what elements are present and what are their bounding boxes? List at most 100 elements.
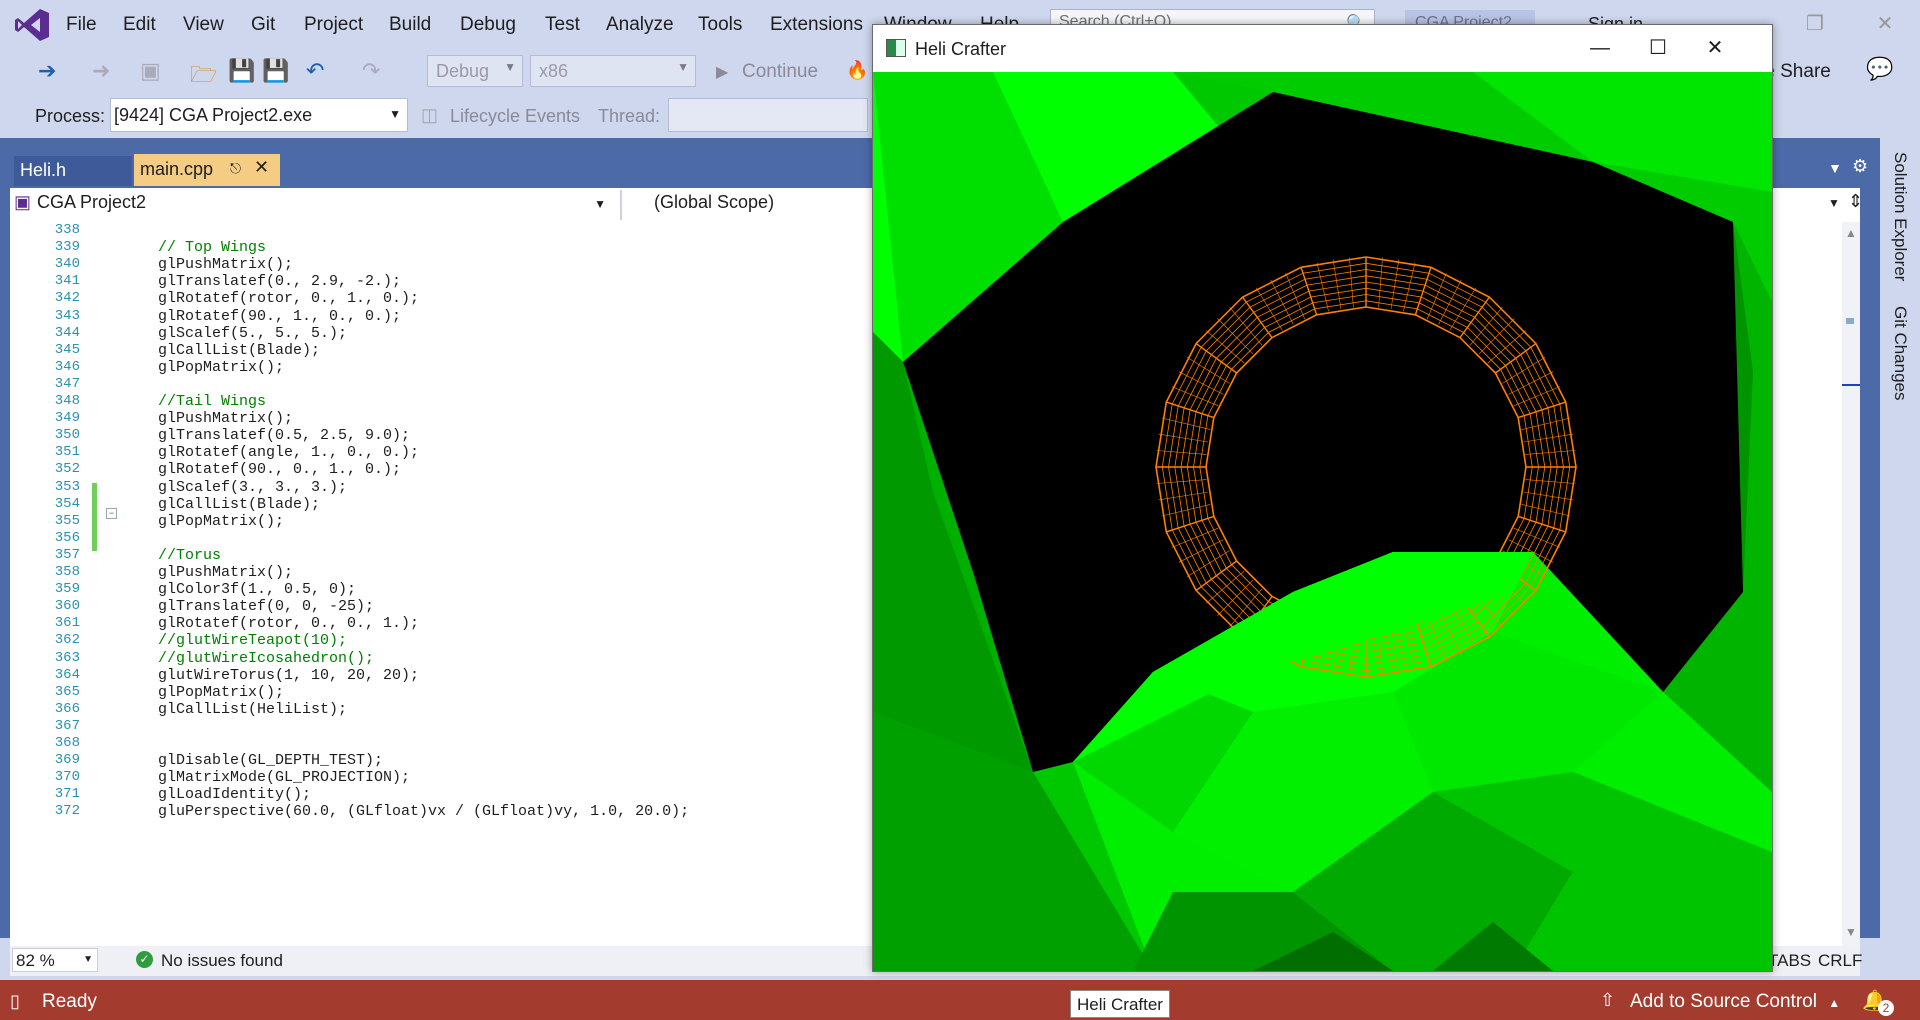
code-line[interactable]: glCallList(HeliList); bbox=[158, 701, 347, 718]
code-line[interactable]: glutWireTorus(1, 10, 20, 20); bbox=[158, 667, 419, 684]
navigate-forward-icon[interactable]: ➜ bbox=[92, 58, 110, 84]
line-ending-indicator[interactable]: CRLF bbox=[1818, 951, 1862, 971]
scroll-up-icon[interactable]: ▲ bbox=[1845, 226, 1857, 240]
split-editor-icon[interactable]: ⇕ bbox=[1848, 191, 1863, 212]
change-tracking-bar bbox=[92, 483, 97, 551]
line-number: 350 bbox=[54, 427, 80, 444]
redo-icon[interactable]: ↷ bbox=[362, 58, 380, 84]
code-line[interactable]: //Tail Wings bbox=[158, 393, 266, 410]
code-line[interactable]: glColor3f(1., 0.5, 0); bbox=[158, 581, 356, 598]
restore-icon[interactable]: ❐ bbox=[1795, 6, 1835, 42]
code-line[interactable]: glTranslatef(0.5, 2.5, 9.0); bbox=[158, 427, 410, 444]
chevron-down-icon[interactable]: ▼ bbox=[1828, 196, 1840, 210]
line-number: 345 bbox=[54, 341, 80, 358]
tab-main-cpp[interactable]: main.cpp ⎋ ✕ bbox=[134, 154, 280, 186]
menu-file[interactable]: File bbox=[66, 14, 97, 36]
zoom-value: 82 % bbox=[16, 951, 55, 970]
close-icon[interactable]: ✕ bbox=[1687, 31, 1743, 65]
code-line[interactable]: glRotatef(rotor, 0., 0., 1.); bbox=[158, 615, 419, 632]
code-line[interactable]: glPushMatrix(); bbox=[158, 564, 293, 581]
vertical-scrollbar[interactable]: ▲ ▼ bbox=[1842, 222, 1860, 946]
code-line[interactable]: //glutWireIcosahedron(); bbox=[158, 650, 374, 667]
menu-project[interactable]: Project bbox=[304, 14, 363, 36]
feedback-icon[interactable]: 💬 bbox=[1866, 56, 1893, 82]
maximize-icon[interactable]: ☐ bbox=[1630, 31, 1686, 65]
heli-crafter-window[interactable]: Heli Crafter — ☐ ✕ bbox=[872, 24, 1773, 972]
lifecycle-events-button[interactable]: Lifecycle Events bbox=[450, 106, 580, 127]
solution-config-combo[interactable]: Debug ▼ bbox=[427, 55, 523, 87]
code-line[interactable]: gluPerspective(60.0, (GLfloat)vx / (GLfl… bbox=[158, 803, 689, 820]
scope-dropdown[interactable]: (Global Scope) bbox=[624, 192, 904, 219]
menu-edit[interactable]: Edit bbox=[123, 14, 156, 36]
hot-reload-icon[interactable]: 🔥 bbox=[846, 60, 868, 81]
code-line[interactable]: glPushMatrix(); bbox=[158, 256, 293, 273]
code-line[interactable]: //Torus bbox=[158, 547, 221, 564]
code-line[interactable]: // Top Wings bbox=[158, 239, 266, 256]
code-line[interactable]: glMatrixMode(GL_PROJECTION); bbox=[158, 769, 410, 786]
code-line[interactable]: glScalef(3., 3., 3.); bbox=[158, 479, 347, 496]
new-project-icon[interactable]: ▣ bbox=[140, 58, 161, 84]
code-line[interactable]: glPopMatrix(); bbox=[158, 359, 284, 376]
code-line[interactable]: glPopMatrix(); bbox=[158, 513, 284, 530]
code-line[interactable]: glPushMatrix(); bbox=[158, 410, 293, 427]
navigate-back-icon[interactable]: ➔ bbox=[38, 58, 56, 84]
menu-analyze[interactable]: Analyze bbox=[606, 14, 674, 36]
code-line[interactable]: glRotatef(90., 0., 1., 0.); bbox=[158, 461, 401, 478]
open-file-icon[interactable]: 🗁 bbox=[190, 58, 217, 96]
code-line[interactable]: glLoadIdentity(); bbox=[158, 786, 311, 803]
menu-build[interactable]: Build bbox=[389, 14, 431, 36]
code-line[interactable]: glCallList(Blade); bbox=[158, 496, 320, 513]
status-ready-icon: ▯ bbox=[10, 991, 20, 1011]
line-number: 369 bbox=[54, 752, 80, 769]
menu-test[interactable]: Test bbox=[545, 14, 580, 36]
pin-icon[interactable]: ⎋ bbox=[230, 160, 241, 177]
chevron-down-icon: ▼ bbox=[594, 197, 606, 211]
line-number: 342 bbox=[54, 290, 80, 307]
close-tab-icon[interactable]: ✕ bbox=[254, 157, 269, 178]
code-line[interactable]: glPopMatrix(); bbox=[158, 684, 284, 701]
issues-indicator[interactable]: No issues found bbox=[161, 951, 283, 971]
menu-tools[interactable]: Tools bbox=[698, 14, 742, 36]
process-label: Process: bbox=[35, 106, 106, 126]
platform-combo[interactable]: x86 ▼ bbox=[530, 55, 696, 87]
menu-debug[interactable]: Debug bbox=[460, 14, 516, 36]
process-combo[interactable]: [9424] CGA Project2.exe ▼ bbox=[110, 98, 408, 132]
save-all-icon[interactable]: 💾 bbox=[262, 58, 289, 84]
menu-view[interactable]: View bbox=[183, 14, 224, 36]
scroll-down-icon[interactable]: ▼ bbox=[1845, 925, 1857, 939]
caret-position-marker bbox=[1842, 384, 1860, 386]
code-line[interactable]: glTranslatef(0., 2.9, -2.); bbox=[158, 273, 401, 290]
add-to-source-control-button[interactable]: Add to Source Control ▲ bbox=[1630, 991, 1840, 1013]
code-line[interactable]: glCallList(Blade); bbox=[158, 342, 320, 359]
indentation-indicator[interactable]: TABS bbox=[1768, 951, 1811, 971]
thread-combo[interactable] bbox=[668, 98, 868, 132]
menu-git[interactable]: Git bbox=[251, 14, 275, 36]
settings-gear-icon[interactable]: ⚙ bbox=[1852, 156, 1868, 177]
git-changes-tab[interactable]: Git Changes bbox=[1890, 306, 1910, 401]
project-dropdown[interactable]: ▣ CGA Project2 ▼ bbox=[14, 192, 614, 219]
thread-label: Thread: bbox=[598, 106, 661, 126]
code-line[interactable]: glRotatef(90., 1., 0., 0.); bbox=[158, 308, 401, 325]
undo-icon[interactable]: ↶ bbox=[306, 58, 324, 84]
collapse-outline-icon[interactable]: − bbox=[106, 508, 117, 519]
line-number: 363 bbox=[54, 649, 80, 666]
close-icon[interactable]: ✕ bbox=[1865, 6, 1905, 42]
code-line[interactable]: glRotatef(angle, 1., 0., 0.); bbox=[158, 444, 419, 461]
continue-button[interactable]: Continue bbox=[742, 61, 818, 83]
line-number: 361 bbox=[54, 615, 80, 632]
minimize-icon[interactable]: — bbox=[1572, 31, 1628, 65]
tab-overflow-icon[interactable]: ▼ bbox=[1828, 160, 1842, 176]
play-icon[interactable]: ▶ bbox=[716, 62, 728, 82]
code-line[interactable]: glScalef(5., 5., 5.); bbox=[158, 325, 347, 342]
code-line[interactable]: glRotatef(rotor, 0., 1., 0.); bbox=[158, 290, 419, 307]
tab-heli-h[interactable]: Heli.h bbox=[14, 156, 132, 186]
opengl-canvas[interactable] bbox=[873, 72, 1772, 971]
code-line[interactable]: glDisable(GL_DEPTH_TEST); bbox=[158, 752, 383, 769]
save-icon[interactable]: 💾 bbox=[228, 58, 255, 84]
code-line[interactable]: glTranslatef(0, 0, -25); bbox=[158, 598, 374, 615]
zoom-combo[interactable]: 82 % ▼ bbox=[12, 948, 98, 972]
code-line[interactable]: //glutWireTeapot(10); bbox=[158, 632, 347, 649]
window-title-bar[interactable]: Heli Crafter — ☐ ✕ bbox=[873, 25, 1772, 71]
menu-extensions[interactable]: Extensions bbox=[770, 14, 863, 36]
solution-explorer-tab[interactable]: Solution Explorer bbox=[1890, 152, 1910, 281]
